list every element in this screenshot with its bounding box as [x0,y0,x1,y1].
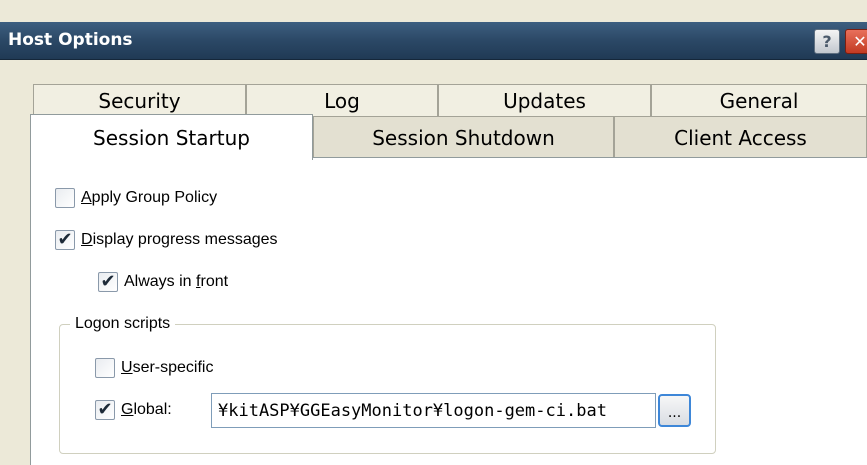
close-icon: ✕ [853,32,867,51]
help-button[interactable]: ? [814,29,840,54]
tab-label: Log [324,88,360,113]
option-label: Apply Group Policy [81,189,218,206]
always-in-front-option[interactable]: ✔ Always in front [98,270,228,294]
option-label: Display progress messages [81,231,278,248]
dialog-title: Host Options [8,30,133,50]
apply-group-policy-option[interactable]: Apply Group Policy [55,186,217,210]
tab-general[interactable]: General [651,84,867,116]
tab-label: Session Startup [93,125,250,150]
checkbox[interactable] [95,358,115,378]
option-label: Always in front [124,273,229,290]
logon-scripts-group [59,324,716,454]
tab-session-shutdown[interactable]: Session Shutdown [313,116,614,158]
display-progress-option[interactable]: ✔ Display progress messages [55,228,278,252]
tab-session-startup[interactable]: Session Startup [30,114,313,160]
global-option[interactable]: ✔ Global: [95,398,172,422]
browse-label: ... [667,405,682,421]
host-options-dialog: Host Options ? ✕ Security Log Updates Ge… [0,0,867,465]
tab-client-access[interactable]: Client Access [614,116,867,158]
tab-label: Security [98,88,181,113]
help-icon: ? [822,32,832,51]
browse-button[interactable]: ... [658,394,691,427]
tab-updates[interactable]: Updates [438,84,651,116]
checkbox[interactable] [55,188,75,208]
close-button[interactable]: ✕ [845,29,867,54]
title-bar[interactable]: Host Options ? ✕ [0,22,867,60]
tab-label: Client Access [674,125,807,150]
checkbox[interactable]: ✔ [95,400,115,420]
tab-label: General [719,88,799,113]
tab-log[interactable]: Log [246,84,438,116]
checkbox[interactable]: ✔ [55,230,75,250]
global-script-path-input[interactable] [211,393,656,428]
user-specific-option[interactable]: User-specific [95,356,213,380]
checkbox[interactable]: ✔ [98,272,118,292]
tab-security[interactable]: Security [33,84,246,116]
tab-label: Session Shutdown [372,125,555,150]
tab-label: Updates [503,88,586,113]
option-label: Global: [121,401,172,418]
logon-scripts-title: Logon scripts [70,315,176,333]
option-label: User-specific [121,359,214,376]
